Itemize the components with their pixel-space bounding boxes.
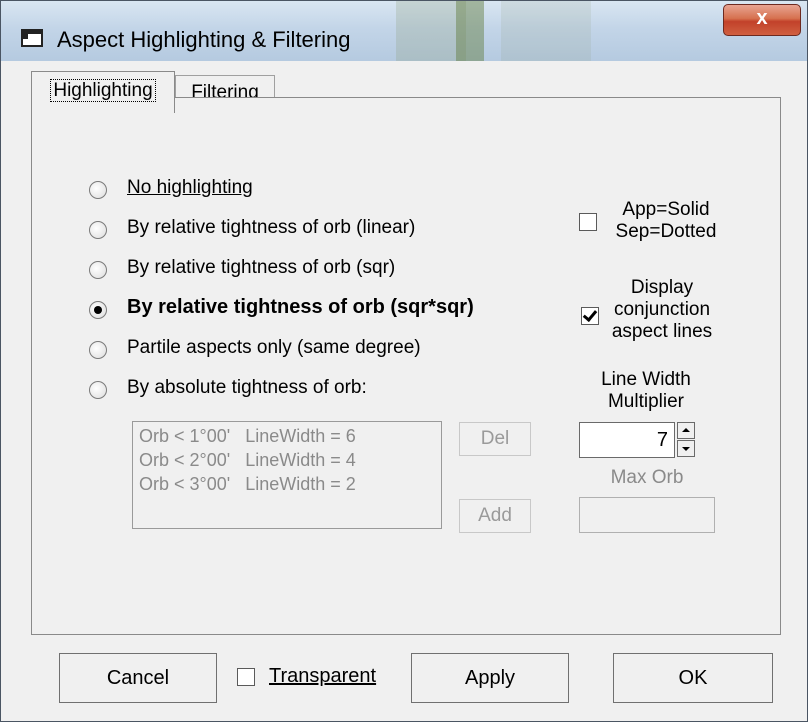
radio-no-highlighting-label[interactable]: No highlighting: [127, 177, 253, 199]
radio-no-highlighting[interactable]: [89, 181, 107, 199]
list-item[interactable]: Orb < 1°00' LineWidth = 6: [139, 426, 356, 447]
radio-partile-label[interactable]: Partile aspects only (same degree): [127, 337, 421, 359]
radio-sqr-label[interactable]: By relative tightness of orb (sqr): [127, 257, 395, 279]
conjunction-label[interactable]: Display conjunction aspect lines: [593, 277, 731, 343]
close-icon: x: [756, 7, 768, 29]
tab-highlighting[interactable]: Highlighting: [31, 71, 175, 113]
apply-button[interactable]: Apply: [411, 653, 569, 703]
transparent-label[interactable]: Transparent: [269, 665, 376, 688]
background-blur: [456, 1, 484, 61]
dialog-window: Aspect Highlighting & Filtering x Highli…: [0, 0, 808, 722]
cancel-button[interactable]: Cancel: [59, 653, 217, 703]
radio-absolute[interactable]: [89, 381, 107, 399]
orb-list[interactable]: Orb < 1°00' LineWidth = 6 Orb < 2°00' Li…: [132, 421, 442, 529]
radio-absolute-label[interactable]: By absolute tightness of orb:: [127, 377, 367, 399]
radio-sqr-sqr[interactable]: [89, 301, 107, 319]
app-icon: [21, 29, 43, 47]
line-width-input[interactable]: 7: [579, 422, 675, 458]
radio-linear[interactable]: [89, 221, 107, 239]
window-title: Aspect Highlighting & Filtering: [57, 27, 351, 52]
line-width-value: 7: [656, 429, 668, 451]
line-width-label: Line Width Multiplier: [601, 369, 691, 412]
max-orb-input[interactable]: [579, 497, 715, 533]
title-bar[interactable]: Aspect Highlighting & Filtering x: [1, 1, 807, 61]
app-solid-label[interactable]: App=Solid Sep=Dotted: [601, 199, 731, 243]
close-button[interactable]: x: [723, 4, 801, 36]
list-item[interactable]: Orb < 3°00' LineWidth = 2: [139, 474, 356, 495]
background-blur: [501, 1, 591, 61]
ok-button[interactable]: OK: [613, 653, 773, 703]
add-button[interactable]: Add: [459, 499, 531, 533]
radio-linear-label[interactable]: By relative tightness of orb (linear): [127, 217, 415, 239]
spin-down-icon[interactable]: [677, 440, 695, 457]
radio-sqr[interactable]: [89, 261, 107, 279]
conjunction-checkbox[interactable]: [581, 307, 599, 325]
del-button[interactable]: Del: [459, 422, 531, 456]
transparent-checkbox[interactable]: [237, 668, 255, 686]
app-solid-checkbox[interactable]: [579, 213, 597, 231]
max-orb-label: Max Orb: [610, 467, 684, 488]
spin-up-icon[interactable]: [677, 422, 695, 439]
tab-highlighting-label: Highlighting: [50, 79, 156, 102]
radio-sqr-sqr-label[interactable]: By relative tightness of orb (sqr*sqr): [127, 296, 474, 319]
list-item[interactable]: Orb < 2°00' LineWidth = 4: [139, 450, 356, 471]
radio-partile[interactable]: [89, 341, 107, 359]
